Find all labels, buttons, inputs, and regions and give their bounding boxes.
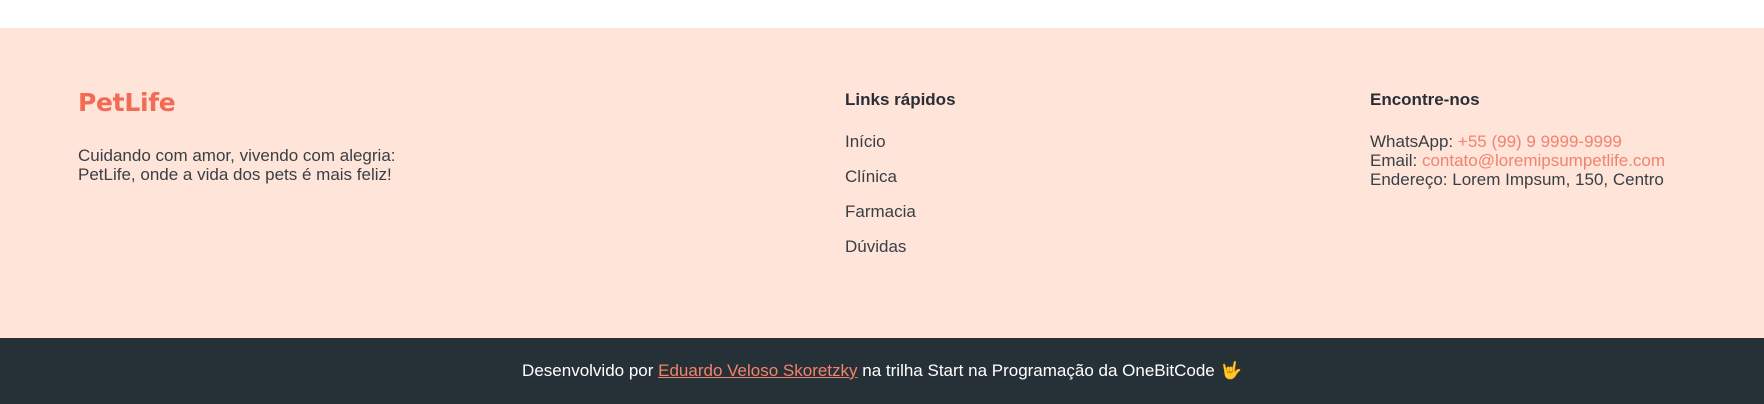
contact-column: Encontre-nos WhatsApp: +55 (99) 9 9999-9… — [1370, 90, 1750, 189]
brand-tagline: Cuidando com amor, vivendo com alegria: … — [78, 146, 498, 184]
email-label: Email: — [1370, 151, 1418, 170]
site-footer: PetLife Cuidando com amor, vivendo com a… — [0, 28, 1764, 338]
quick-link-inicio[interactable]: Início — [845, 132, 1145, 151]
quick-link-farmacia[interactable]: Farmacia — [845, 202, 1145, 221]
credits-prefix: Desenvolvido por — [522, 361, 654, 380]
quick-links-title: Links rápidos — [845, 90, 956, 109]
address-label: Endereço: — [1370, 170, 1448, 189]
quick-link-clinica[interactable]: Clínica — [845, 167, 1145, 186]
address-value: Lorem Impsum, 150, Centro — [1452, 170, 1664, 189]
contact-title: Encontre-nos — [1370, 90, 1480, 109]
page: PetLife Cuidando com amor, vivendo com a… — [0, 0, 1764, 404]
whatsapp-label: WhatsApp: — [1370, 132, 1454, 151]
contact-whatsapp-row: WhatsApp: +55 (99) 9 9999-9999 — [1370, 132, 1750, 151]
contact-address-row: Endereço: Lorem Impsum, 150, Centro — [1370, 170, 1750, 189]
contact-details: WhatsApp: +55 (99) 9 9999-9999 Email: co… — [1370, 132, 1750, 189]
credits-suffix: na trilha Start na Programação da OneBit… — [862, 361, 1215, 380]
tagline-line-1: Cuidando com amor, vivendo com alegria: — [78, 146, 396, 165]
author-link[interactable]: Eduardo Veloso Skoretzky — [658, 361, 857, 381]
brand-logo-text: PetLife — [78, 88, 176, 117]
credits-bar: Desenvolvido por Eduardo Veloso Skoretzk… — [0, 338, 1764, 404]
rock-hand-icon: 🤟 — [1220, 361, 1242, 381]
page-top-area — [0, 0, 1764, 28]
quick-links-column: Links rápidos Início Clínica Farmacia Dú… — [845, 90, 1145, 272]
footer-brand-column: PetLife Cuidando com amor, vivendo com a… — [78, 88, 498, 184]
tagline-line-2: PetLife, onde a vida dos pets é mais fel… — [78, 165, 392, 184]
quick-link-duvidas[interactable]: Dúvidas — [845, 237, 1145, 256]
email-link[interactable]: contato@loremipsumpetlife.com — [1422, 151, 1665, 170]
quick-links-list: Início Clínica Farmacia Dúvidas — [845, 132, 1145, 256]
contact-email-row: Email: contato@loremipsumpetlife.com — [1370, 151, 1750, 170]
whatsapp-link[interactable]: +55 (99) 9 9999-9999 — [1458, 132, 1622, 151]
